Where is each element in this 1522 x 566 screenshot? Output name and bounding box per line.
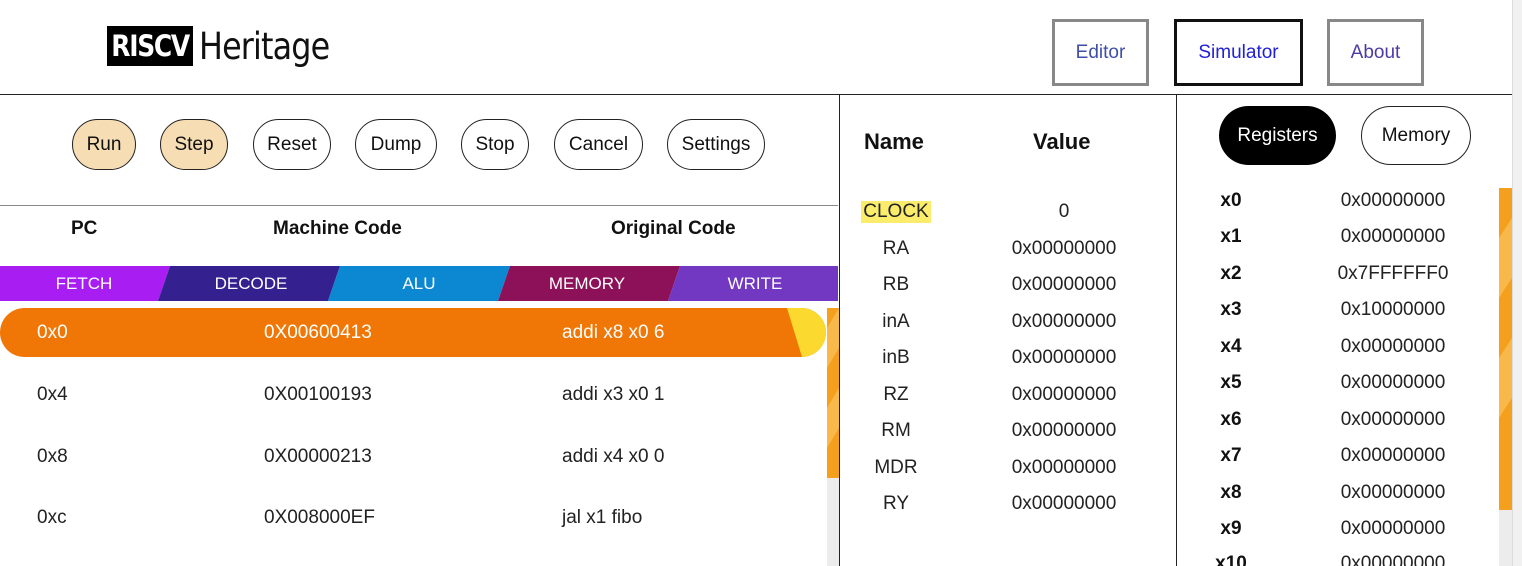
- register-value: 0x00000000: [1340, 518, 1446, 539]
- logo-box: RISCV: [107, 26, 194, 66]
- nav-editor-button[interactable]: Editor: [1052, 19, 1149, 86]
- datapath-value-header: Value: [1033, 129, 1091, 154]
- memory-tab[interactable]: Memory: [1361, 106, 1471, 165]
- datapath-name: RY: [882, 493, 910, 514]
- row-pc: 0xc: [37, 507, 67, 528]
- row-pc: 0x4: [37, 384, 68, 405]
- registers-tab[interactable]: Registers: [1219, 106, 1336, 165]
- register-name: x9: [1220, 518, 1242, 539]
- register-name: x3: [1220, 299, 1242, 320]
- row-pc: 0x0: [37, 322, 68, 343]
- stage-alu: ALU: [402, 274, 436, 293]
- register-value: 0x00000000: [1340, 336, 1446, 357]
- controls-divider: [0, 205, 838, 206]
- register-value: 0x00000000: [1340, 226, 1446, 247]
- datapath-value: 0x00000000: [1011, 347, 1117, 368]
- datapath-name: inA: [882, 311, 910, 332]
- datapath-value: 0: [1058, 201, 1070, 222]
- datapath-name: RA: [882, 238, 910, 259]
- register-value: 0x00000000: [1340, 553, 1446, 566]
- row-original-code: jal x1 fibo: [562, 507, 643, 528]
- program-scrollbar[interactable]: [827, 308, 839, 566]
- right-panel-divider: [1176, 95, 1177, 566]
- row-original-code: addi x4 x0 0: [562, 446, 665, 467]
- stage-decode: DECODE: [214, 274, 288, 293]
- datapath-name-header: Name: [864, 129, 924, 154]
- row-machine-code: 0X00600413: [264, 322, 372, 343]
- pc-column-header: PC: [71, 218, 98, 239]
- register-value: 0x7FFFFFF0: [1337, 263, 1449, 284]
- datapath-name: RB: [882, 274, 910, 295]
- register-value: 0x00000000: [1340, 190, 1446, 211]
- row-machine-code: 0X00100193: [264, 384, 372, 405]
- registers-scrollbar[interactable]: [1499, 188, 1512, 566]
- stage-progress-indicator: [787, 308, 826, 357]
- datapath-value: 0x00000000: [1011, 420, 1117, 441]
- datapath-name: RM: [881, 420, 911, 441]
- instruction-row-current[interactable]: 0x0 0X00600413 addi x8 x0 6: [0, 308, 826, 357]
- register-name: x0: [1220, 190, 1242, 211]
- nav-about-button[interactable]: About: [1327, 19, 1424, 86]
- page-scrollbar[interactable]: [1512, 0, 1522, 566]
- machine-code-column-header: Machine Code: [273, 218, 402, 239]
- instruction-row[interactable]: 0x8 0X00000213 addi x4 x0 0: [0, 432, 826, 481]
- register-value: 0x00000000: [1340, 409, 1446, 430]
- brand-logo[interactable]: RISCV Heritage: [107, 23, 351, 69]
- stage-write: WRITE: [727, 274, 783, 293]
- step-button[interactable]: Step: [160, 119, 228, 170]
- register-value: 0x10000000: [1340, 299, 1446, 320]
- left-panel-divider: [839, 95, 840, 566]
- register-value: 0x00000000: [1340, 445, 1446, 466]
- datapath-name: RZ: [883, 384, 909, 405]
- register-name: x10: [1215, 553, 1247, 566]
- register-name: x1: [1220, 226, 1242, 247]
- instruction-row[interactable]: 0xc 0X008000EF jal x1 fibo: [0, 493, 826, 542]
- register-name: x4: [1220, 336, 1242, 357]
- logo-text: Heritage: [199, 24, 330, 68]
- register-name: x8: [1220, 482, 1242, 503]
- top-header: RISCV Heritage Editor Simulator About: [0, 0, 1512, 95]
- nav-simulator-button[interactable]: Simulator: [1174, 19, 1303, 86]
- original-code-column-header: Original Code: [611, 218, 736, 239]
- cancel-button[interactable]: Cancel: [554, 119, 643, 170]
- stage-memory: MEMORY: [548, 274, 626, 293]
- datapath-name: inB: [882, 347, 910, 368]
- run-button[interactable]: Run: [72, 119, 136, 170]
- datapath-value: 0x00000000: [1011, 457, 1117, 478]
- datapath-value: 0x00000000: [1011, 238, 1117, 259]
- register-name: x5: [1220, 372, 1242, 393]
- register-value: 0x00000000: [1340, 372, 1446, 393]
- datapath-value: 0x00000000: [1011, 493, 1117, 514]
- datapath-name: MDR: [874, 457, 918, 478]
- dump-button[interactable]: Dump: [355, 119, 437, 170]
- stop-button[interactable]: Stop: [461, 119, 529, 170]
- datapath-value: 0x00000000: [1011, 274, 1117, 295]
- datapath-value: 0x00000000: [1011, 311, 1117, 332]
- row-pc: 0x8: [37, 446, 68, 467]
- stage-fetch: FETCH: [55, 274, 113, 293]
- register-name: x7: [1220, 445, 1242, 466]
- row-machine-code: 0X00000213: [264, 446, 372, 467]
- row-machine-code: 0X008000EF: [264, 507, 375, 528]
- datapath-name: CLOCK: [861, 201, 931, 223]
- register-value: 0x00000000: [1340, 482, 1446, 503]
- datapath-value: 0x00000000: [1011, 384, 1117, 405]
- reset-button[interactable]: Reset: [253, 119, 331, 170]
- instruction-row[interactable]: 0x4 0X00100193 addi x3 x0 1: [0, 370, 826, 419]
- register-name: x6: [1220, 409, 1242, 430]
- row-original-code: addi x3 x0 1: [562, 384, 665, 405]
- register-name: x2: [1220, 263, 1242, 284]
- settings-button[interactable]: Settings: [667, 119, 765, 170]
- row-original-code: addi x8 x0 6: [562, 322, 665, 343]
